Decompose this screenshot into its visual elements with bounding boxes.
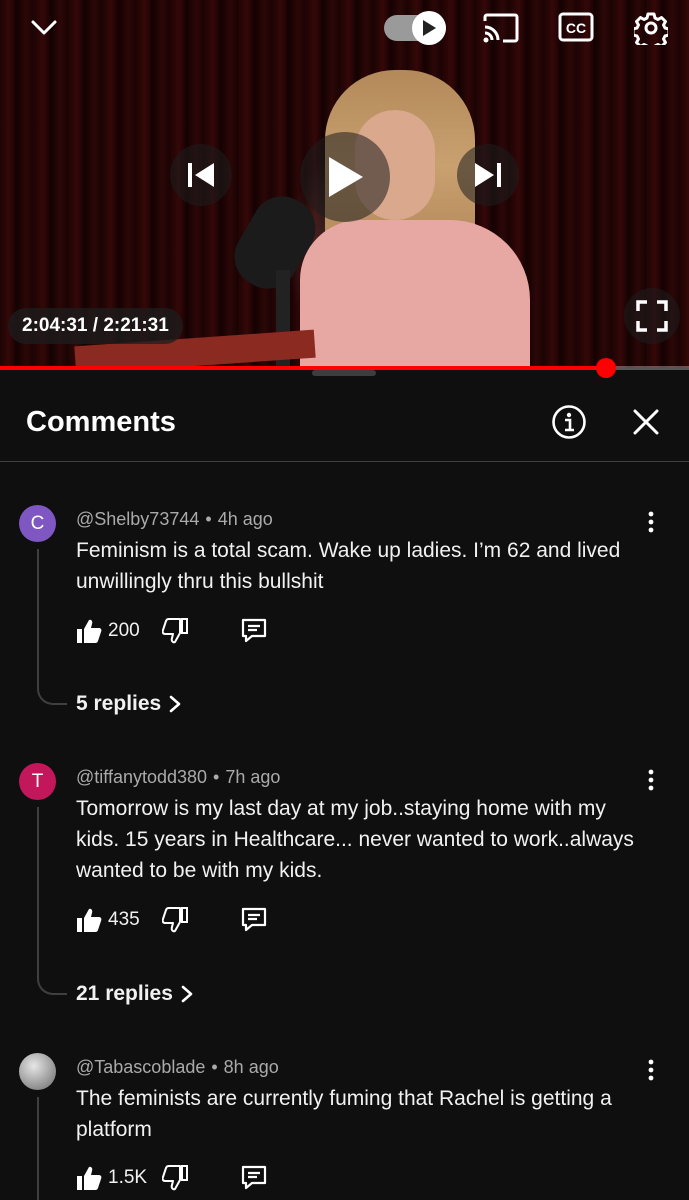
cc-label: CC [566,20,586,36]
comment-time: 8h ago [223,1057,279,1077]
replies-count: 21 replies [76,982,173,1005]
like-icon[interactable] [76,1165,102,1191]
like-count: 200 [108,620,140,641]
reply-icon[interactable] [240,1165,268,1191]
chevron-down-icon[interactable] [28,12,60,44]
comment-author[interactable]: @tiffanytodd380 [76,767,207,787]
dislike-icon[interactable] [161,618,188,644]
thread-line [37,1097,67,1200]
like-count: 435 [108,909,140,930]
replies-link[interactable]: 5 replies [76,692,181,716]
autoplay-play-icon [412,11,446,45]
dislike-icon[interactable] [161,907,188,933]
comment-time: 4h ago [217,509,273,529]
progress-scrubber[interactable] [596,358,617,378]
info-icon[interactable] [551,404,587,440]
comment-time: 7h ago [225,767,281,787]
thread-line [37,549,67,705]
avatar[interactable] [19,1053,56,1090]
panel-title: Comments [26,406,176,438]
play-icon[interactable] [300,132,390,222]
close-icon[interactable] [630,406,662,438]
replies-link[interactable]: 21 replies [76,982,193,1006]
drag-handle[interactable] [312,370,376,376]
like-count: 1.5K [108,1167,148,1188]
reply-icon[interactable] [240,618,268,644]
like-icon[interactable] [76,907,102,933]
comment-text: The feminists are currently fuming that … [76,1087,612,1141]
progress-fill [0,366,607,370]
previous-icon[interactable] [170,144,232,206]
comment-author[interactable]: @Tabascoblade [76,1057,205,1077]
chevron-right-icon [181,985,193,1003]
autoplay-toggle[interactable] [384,9,446,45]
chevron-right-icon [169,695,181,713]
cast-icon[interactable] [482,12,520,44]
comment-author[interactable]: @Shelby73744 [76,509,199,529]
reply-icon[interactable] [240,907,268,933]
like-icon[interactable] [76,618,102,644]
replies-count: 5 replies [76,692,162,715]
comment-text: Feminism is a total scam. Wake up ladies… [76,539,621,593]
video-player[interactable]: CC 2:04:31 / 2:21:31 [0,0,689,368]
more-options-icon[interactable] [638,509,664,535]
dislike-icon[interactable] [161,1165,188,1191]
more-options-icon[interactable] [638,1057,664,1083]
avatar[interactable]: T [19,763,56,800]
time-display: 2:04:31 / 2:21:31 [8,308,183,344]
thread-line [37,807,67,995]
fullscreen-icon[interactable] [624,288,680,344]
next-icon[interactable] [457,144,519,206]
comments-header: Comments [0,380,689,462]
comment-text: Tomorrow is my last day at my job..stayi… [76,797,634,882]
settings-gear-icon[interactable] [633,10,669,46]
more-options-icon[interactable] [638,767,664,793]
avatar[interactable]: C [19,505,56,542]
cc-icon[interactable]: CC [558,12,594,42]
